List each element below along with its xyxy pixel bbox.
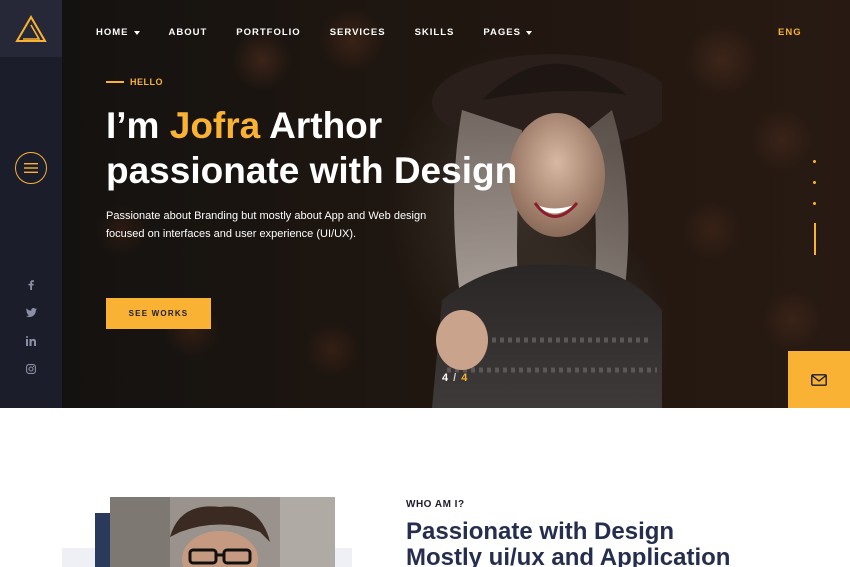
hero-headline: I’m Jofra Arthor passionate with Design — [106, 103, 517, 193]
nav-home[interactable]: HOME — [96, 27, 140, 38]
nav-about-label: ABOUT — [168, 27, 208, 38]
instagram-icon — [26, 364, 36, 374]
slide-current: 4 — [442, 372, 449, 384]
language-switch[interactable]: ENG — [778, 27, 802, 38]
hero-section — [62, 0, 850, 408]
see-works-button[interactable]: SEE WORKS — [106, 298, 211, 329]
facebook-link[interactable] — [0, 280, 62, 290]
hero-description-line2: focused on interfaces and user experienc… — [106, 227, 357, 240]
slide-dot-active[interactable] — [813, 223, 816, 255]
left-sidebar — [0, 0, 62, 408]
about-portrait-graphic — [110, 497, 335, 567]
hero-description: Passionate about Branding but mostly abo… — [106, 208, 466, 243]
headline-prefix: I’m — [106, 105, 170, 146]
nav-pages-label: PAGES — [483, 27, 521, 38]
facebook-icon — [28, 280, 34, 290]
slide-pagination — [813, 160, 816, 255]
slide-counter: 4 / 4 — [442, 372, 467, 384]
chevron-down-icon — [525, 30, 532, 35]
about-portrait-image — [110, 497, 335, 567]
instagram-link[interactable] — [0, 364, 62, 374]
contact-mail-button[interactable] — [788, 351, 850, 408]
main-nav: HOME ABOUT PORTFOLIO SERVICES SKILLS PAG… — [96, 27, 561, 38]
nav-skills-label: SKILLS — [414, 27, 455, 38]
about-title: Passionate with Design Mostly ui/ux and … — [406, 519, 730, 567]
slide-dot-2[interactable] — [813, 181, 816, 184]
slide-dot-3[interactable] — [813, 202, 816, 205]
triangle-logo-icon — [15, 14, 47, 42]
chevron-down-icon — [133, 30, 140, 35]
slide-dot-1[interactable] — [813, 160, 816, 163]
twitter-link[interactable] — [0, 308, 62, 317]
about-eyebrow: WHO AM I? — [406, 499, 465, 510]
linkedin-link[interactable] — [0, 336, 62, 346]
slide-separator: / — [453, 372, 457, 384]
logo[interactable] — [0, 0, 62, 57]
eyebrow-line — [106, 81, 124, 83]
nav-portfolio-label: PORTFOLIO — [236, 27, 301, 38]
headline-name: Jofra — [169, 105, 261, 146]
hero-description-line1: Passionate about Branding but mostly abo… — [106, 210, 427, 222]
nav-pages[interactable]: PAGES — [483, 27, 532, 38]
hero-headline-line2: passionate with Design — [106, 150, 518, 191]
headline-suffix: Arthor — [260, 105, 383, 146]
nav-services[interactable]: SERVICES — [330, 27, 386, 38]
twitter-icon — [25, 308, 37, 317]
about-title-line2: Mostly ui/ux and Application — [406, 544, 731, 567]
envelope-icon — [811, 373, 827, 386]
hero-eyebrow: HELLO — [106, 77, 163, 87]
nav-portfolio[interactable]: PORTFOLIO — [236, 27, 300, 38]
linkedin-icon — [26, 336, 36, 346]
nav-skills[interactable]: SKILLS — [415, 27, 455, 38]
about-title-line1: Passionate with Design — [406, 518, 675, 545]
hamburger-icon — [24, 163, 38, 173]
hero-eyebrow-text: HELLO — [130, 77, 163, 87]
nav-about[interactable]: ABOUT — [169, 27, 208, 38]
slide-total: 4 — [461, 372, 468, 384]
nav-home-label: HOME — [96, 27, 129, 38]
menu-toggle-button[interactable] — [15, 152, 47, 184]
hero-headline-line1: I’m Jofra Arthor — [106, 103, 517, 148]
nav-services-label: SERVICES — [329, 27, 386, 38]
